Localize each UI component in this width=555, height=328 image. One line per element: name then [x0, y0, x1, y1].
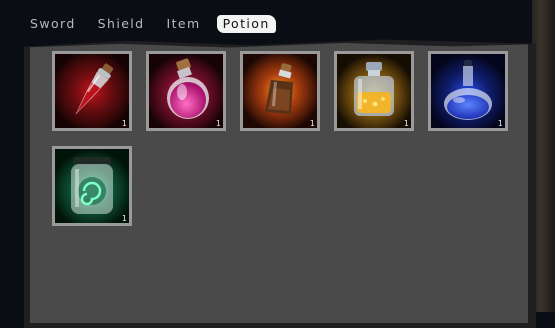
tab-item[interactable]: Item — [167, 15, 201, 33]
pink-round-flask-icon — [149, 54, 223, 128]
inventory-slot-6[interactable]: 1 — [52, 146, 132, 226]
tab-shield[interactable]: Shield — [98, 15, 145, 33]
tab-sword[interactable]: Sword — [30, 15, 76, 33]
item-quantity: 1 — [215, 119, 221, 128]
inventory-slot-3[interactable]: 1 — [240, 51, 320, 131]
tab-potion[interactable]: Potion — [216, 15, 276, 33]
item-quantity: 1 — [497, 119, 503, 128]
category-tabs: Sword Shield Item Potion — [30, 14, 298, 34]
blue-flask-icon — [431, 54, 505, 128]
yellow-square-jar-icon — [337, 54, 411, 128]
item-quantity: 1 — [121, 214, 127, 223]
inventory-slot-1[interactable]: 1 — [52, 51, 132, 131]
item-quantity: 1 — [121, 119, 127, 128]
red-vial-icon — [55, 54, 129, 128]
inventory-slot-2[interactable]: 1 — [146, 51, 226, 131]
green-swirl-jar-icon — [55, 149, 129, 223]
item-quantity: 1 — [309, 119, 315, 128]
item-quantity: 1 — [403, 119, 409, 128]
inventory-slot-4[interactable]: 1 — [334, 51, 414, 131]
inventory-slot-5[interactable]: 1 — [428, 51, 508, 131]
brown-bottle-icon — [243, 54, 317, 128]
